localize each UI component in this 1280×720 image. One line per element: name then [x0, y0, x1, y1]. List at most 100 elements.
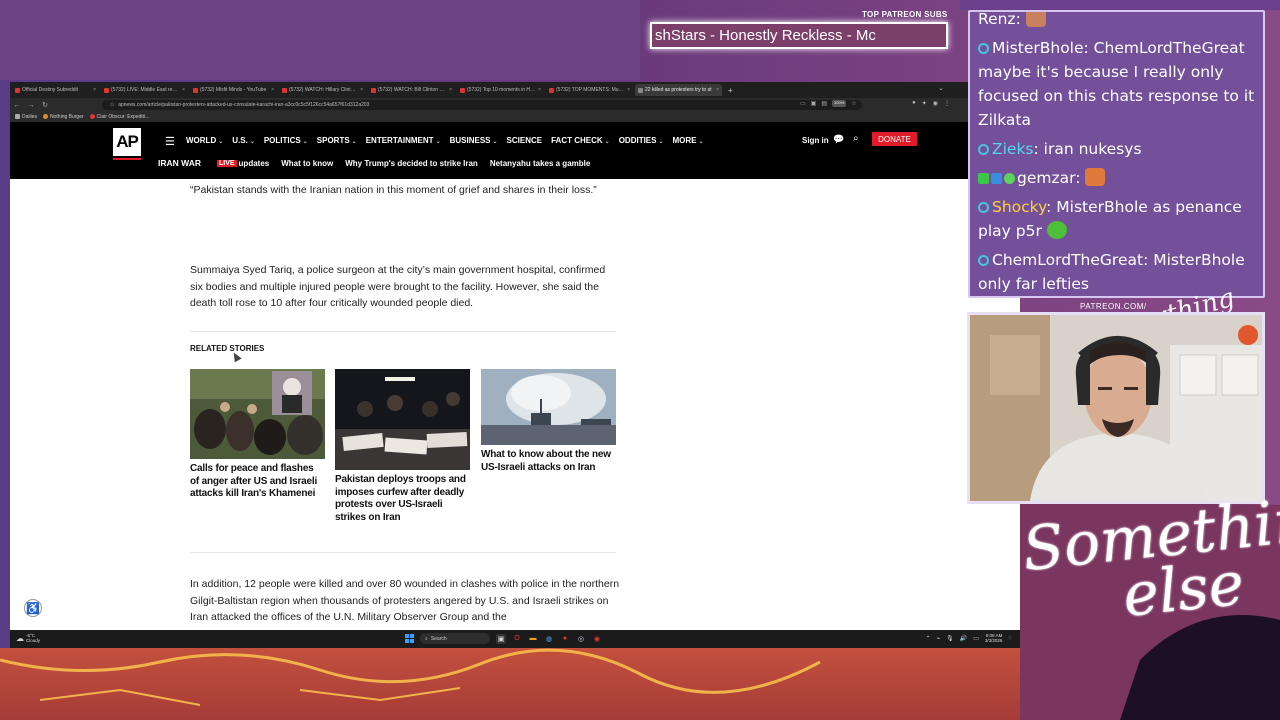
- youtube-icon: [282, 87, 287, 93]
- nav-business[interactable]: BUSINESS ⌄: [450, 136, 498, 145]
- nav-us[interactable]: U.S. ⌄: [232, 136, 255, 145]
- tab-7-active[interactable]: 22 killed as protesters try to st ×: [635, 84, 722, 96]
- chat-overlay: Renz: MisterBhole: ChemLordTheGreat mayb…: [968, 10, 1265, 298]
- file-explorer-icon[interactable]: ▬: [528, 634, 538, 644]
- site-info-icon[interactable]: ⊙: [110, 102, 114, 108]
- task-view-icon[interactable]: ▣: [496, 633, 506, 644]
- tab-4[interactable]: (5732) WATCH: Bill Clinton Epst ×: [368, 84, 455, 96]
- related-story-card[interactable]: Pakistan deploys troops and imposes curf…: [335, 369, 470, 524]
- search-icon[interactable]: ⌕: [853, 133, 859, 144]
- divider: [190, 331, 616, 332]
- taskbar-clock[interactable]: 8:08 AM 3/3/2026: [985, 633, 1003, 643]
- battery-icon[interactable]: ▭: [973, 635, 979, 642]
- chat-message: Renz:: [978, 12, 1258, 31]
- network-icon[interactable]: ⌁: [936, 635, 940, 642]
- close-icon[interactable]: ×: [182, 87, 185, 93]
- chrome-icon[interactable]: ◍: [544, 634, 554, 644]
- related-story-title[interactable]: Pakistan deploys troops and imposes curf…: [335, 474, 470, 524]
- story-image: [481, 369, 616, 445]
- nav-politics[interactable]: POLITICS ⌄: [264, 136, 308, 145]
- obs-icon[interactable]: ●: [560, 634, 570, 644]
- subnav-what-to-know[interactable]: What to know: [281, 159, 333, 168]
- tab-bar: Official Destiny Subreddit × (5732) LIVE:…: [10, 82, 1020, 98]
- close-icon[interactable]: ×: [716, 87, 719, 93]
- verified-badge-icon: [991, 173, 1002, 184]
- new-tab-icon[interactable]: +: [728, 86, 733, 95]
- subnav-label[interactable]: IRAN WAR: [158, 158, 201, 168]
- bookmark-dailies[interactable]: Dailies: [15, 114, 37, 120]
- tab-list-chevron-icon[interactable]: ⌄: [938, 84, 944, 92]
- accessibility-icon[interactable]: ♿: [24, 599, 42, 617]
- related-story-title[interactable]: Calls for peace and flashes of anger aft…: [190, 463, 325, 501]
- forward-icon[interactable]: →: [24, 102, 38, 109]
- main-nav: WORLD ⌄ U.S. ⌄ POLITICS ⌄ SPORTS ⌄ ENTERTAIN…: [186, 136, 713, 145]
- subnav-updates[interactable]: updates: [239, 159, 270, 168]
- reload-icon[interactable]: ↻: [38, 101, 52, 109]
- volume-icon[interactable]: 🔊: [960, 635, 967, 642]
- tab-0[interactable]: Official Destiny Subreddit ×: [12, 84, 99, 96]
- article-paragraph-2: Summaiya Syed Tariq, a police surgeon at…: [190, 264, 606, 309]
- donate-button[interactable]: DONATE: [872, 132, 917, 146]
- tab-2[interactable]: (5732) Misfit Minds - YouTube ×: [190, 84, 277, 96]
- address-bar-row: ← → ↻ ⊙ apnews.com/article/pakistan-prote…: [10, 98, 1020, 112]
- burger-icon: [43, 114, 49, 120]
- bookmarks-bar: Dailies Nothing Burger Clair Obscur: Exp…: [10, 112, 1020, 122]
- taskbar-apps: ⌕ Search ▣ O ▬ ◍ ● ◎ ◉: [405, 633, 602, 644]
- profile-icon[interactable]: ◉: [933, 100, 938, 107]
- zoom-badge[interactable]: 100%: [832, 100, 847, 107]
- nav-sports[interactable]: SPORTS ⌄: [317, 136, 357, 145]
- bookmark-star-icon[interactable]: ☆: [851, 100, 856, 107]
- close-icon[interactable]: ×: [449, 87, 452, 93]
- menu-icon[interactable]: ⋮: [944, 100, 950, 107]
- related-story-card[interactable]: Calls for peace and flashes of anger aft…: [190, 369, 325, 501]
- weather-widget[interactable]: ☁ -5°C Cloudy: [16, 633, 40, 643]
- close-icon[interactable]: ×: [93, 87, 96, 93]
- tab-1[interactable]: (5732) LIVE: Middle East real-tim ×: [101, 84, 188, 96]
- hamburger-menu-icon[interactable]: ☰: [165, 135, 175, 148]
- tab-5[interactable]: (5732) Top 10 moments in Hillo ×: [457, 84, 544, 96]
- related-story-card[interactable]: What to know about the new US-Israeli at…: [481, 369, 616, 474]
- close-icon[interactable]: ×: [538, 87, 541, 93]
- nav-entertainment[interactable]: ENTERTAINMENT ⌄: [366, 136, 441, 145]
- tray-chevron-icon[interactable]: ⌃: [925, 635, 930, 642]
- chevron-down-icon: ⌄: [249, 139, 255, 145]
- nav-more[interactable]: MORE ⌄: [673, 136, 704, 145]
- translate-icon[interactable]: ▤: [821, 100, 827, 107]
- comments-icon[interactable]: 💬: [833, 134, 844, 145]
- chat-message: gemzar:: [978, 166, 1258, 190]
- microphone-icon[interactable]: 🎙: [946, 635, 954, 642]
- screenshot-icon[interactable]: ▣: [811, 100, 817, 107]
- ap-logo[interactable]: AP: [113, 128, 141, 156]
- subnav-why-trump[interactable]: Why Trump's decided to strike Iran: [345, 159, 478, 168]
- tab-3[interactable]: (5732) WATCH: Hillary Clinton's ×: [279, 84, 366, 96]
- toolbar-extensions: ● ✦ ◉ ⋮: [912, 100, 950, 107]
- nav-science[interactable]: SCIENCE: [507, 136, 543, 145]
- youtube-icon: [549, 87, 554, 93]
- app-icon[interactable]: ◉: [592, 634, 602, 644]
- windows-start-icon[interactable]: [405, 634, 414, 643]
- reader-icon[interactable]: ▭: [800, 100, 806, 107]
- youtube-icon: [104, 87, 109, 93]
- extension-icon[interactable]: ●: [912, 100, 916, 107]
- sign-in-link[interactable]: Sign in: [802, 136, 829, 145]
- opera-icon[interactable]: O: [512, 634, 522, 644]
- bookmark-clair-obscur[interactable]: Clair Obscur: Expediti...: [89, 114, 149, 120]
- nav-oddities[interactable]: ODDITIES ⌄: [619, 136, 664, 145]
- steam-icon[interactable]: ◎: [576, 634, 586, 644]
- notification-icon[interactable]: ◌: [1008, 635, 1012, 641]
- related-story-title[interactable]: What to know about the new US-Israeli at…: [481, 449, 616, 474]
- nav-world[interactable]: WORLD ⌄: [186, 136, 223, 145]
- taskbar-search[interactable]: ⌕ Search: [420, 633, 490, 644]
- close-icon[interactable]: ×: [627, 87, 630, 93]
- cloud-icon: ☁: [16, 633, 24, 643]
- bookmark-nothing-burger[interactable]: Nothing Burger: [43, 114, 84, 120]
- nav-fact-check[interactable]: FACT CHECK ⌄: [551, 136, 610, 145]
- puzzle-icon[interactable]: ✦: [922, 100, 927, 107]
- back-icon[interactable]: ←: [10, 102, 24, 109]
- tab-6[interactable]: (5732) TOP MOMENTS: Must-s ×: [546, 84, 633, 96]
- close-icon[interactable]: ×: [360, 87, 363, 93]
- subnav-netanyahu[interactable]: Netanyahu takes a gamble: [490, 159, 590, 168]
- chevron-down-icon: ⌄: [604, 139, 610, 145]
- url-field[interactable]: ⊙ apnews.com/article/pakistan-protesters-…: [102, 100, 862, 110]
- close-icon[interactable]: ×: [271, 87, 274, 93]
